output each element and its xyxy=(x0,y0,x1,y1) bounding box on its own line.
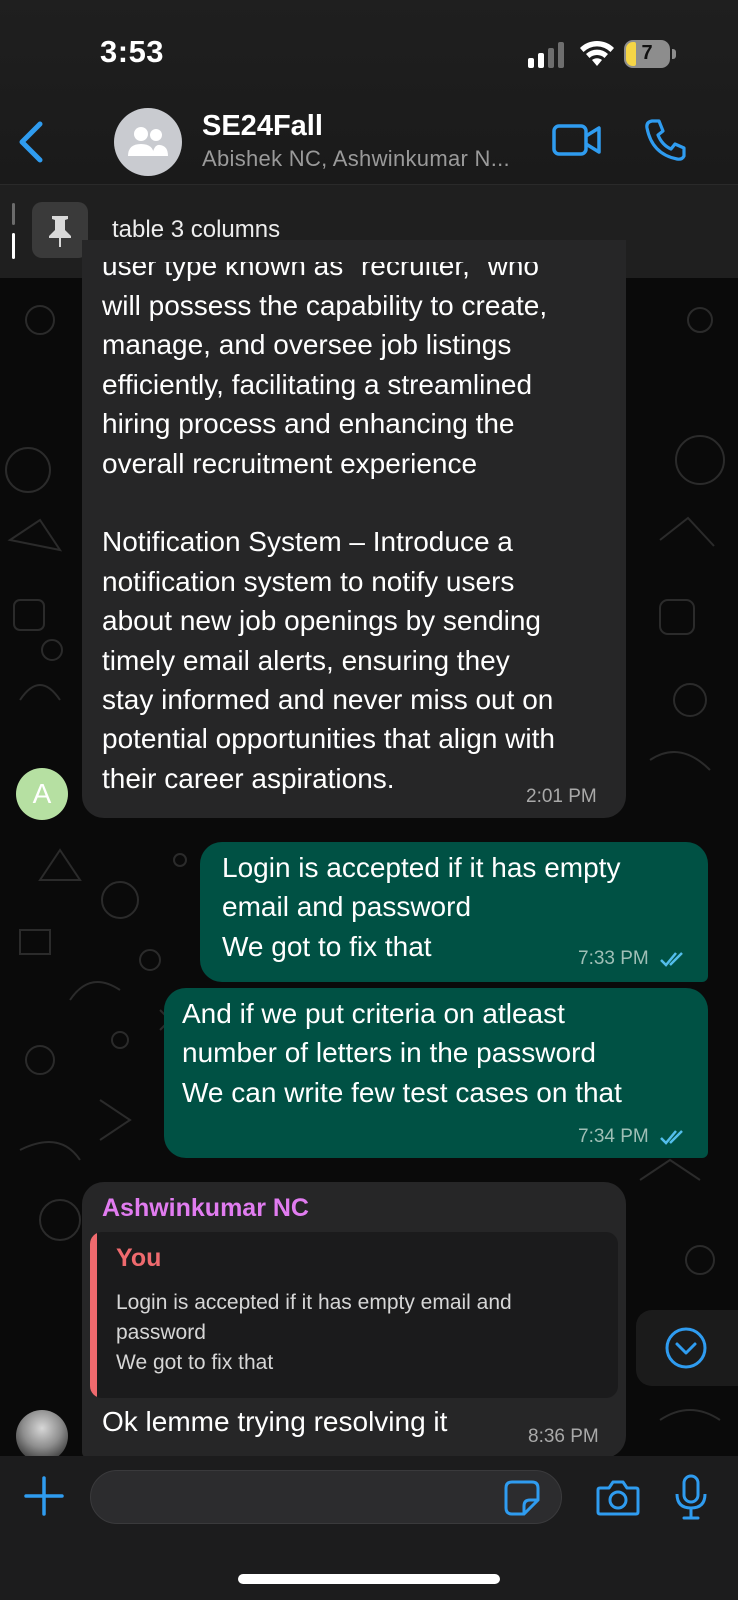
plus-icon[interactable] xyxy=(24,1476,64,1516)
message-time: 7:33 PM xyxy=(578,948,649,969)
message-bubble-incoming-reply[interactable]: Ashwinkumar NC You Login is accepted if … xyxy=(82,1182,626,1458)
group-avatar[interactable] xyxy=(114,108,182,176)
quote-bar xyxy=(90,1232,97,1398)
quote-author: You xyxy=(116,1244,162,1272)
battery-indicator: 7 xyxy=(624,40,676,68)
signal-icon xyxy=(528,42,564,68)
message-time-row: 7:34 PM xyxy=(578,1126,688,1148)
sender-avatar[interactable]: A xyxy=(16,768,68,820)
pin-icon-box xyxy=(32,202,88,258)
phone-icon[interactable] xyxy=(644,118,686,162)
microphone-icon[interactable] xyxy=(674,1474,708,1520)
double-check-icon xyxy=(660,1130,683,1145)
message-text: And if we put criteria on atleast number… xyxy=(182,998,622,1108)
wifi-icon xyxy=(580,40,614,66)
chat-title[interactable]: SE24Fall xyxy=(202,110,323,143)
back-chevron-icon[interactable] xyxy=(14,118,50,166)
sticker-icon[interactable] xyxy=(504,1480,540,1516)
battery-level: 7 xyxy=(641,42,653,64)
quote-text: Login is accepted if it has empty email … xyxy=(116,1291,512,1374)
sender-name[interactable]: Ashwinkumar NC xyxy=(102,1194,309,1223)
message-time: 8:36 PM xyxy=(528,1426,599,1447)
chat-members[interactable]: Abishek NC, Ashwinkumar N... xyxy=(202,146,510,172)
message-text: Ok lemme trying resolving it xyxy=(102,1406,448,1437)
video-call-icon[interactable] xyxy=(552,122,602,158)
home-indicator[interactable] xyxy=(238,1574,500,1584)
message-input[interactable] xyxy=(90,1470,562,1524)
group-avatar-icon xyxy=(128,127,168,156)
status-time: 3:53 xyxy=(100,34,165,69)
message-time-row: 7:33 PM xyxy=(578,948,688,970)
camera-icon[interactable] xyxy=(596,1478,640,1516)
quoted-message[interactable]: You Login is accepted if it has empty em… xyxy=(90,1232,618,1398)
pin-indicator xyxy=(12,203,16,261)
chevron-down-circle-icon xyxy=(665,1327,707,1369)
pin-icon xyxy=(49,216,71,247)
message-text: Login is accepted if it has empty email … xyxy=(222,852,621,962)
scroll-to-bottom-button[interactable] xyxy=(636,1310,738,1386)
message-time: 7:34 PM xyxy=(578,1126,649,1147)
message-bubble-incoming[interactable]: user type known as "recruiter," who will… xyxy=(82,240,626,818)
message-text: will possess the capability to create, m… xyxy=(102,290,555,794)
sender-avatar-photo[interactable] xyxy=(16,1410,68,1462)
double-check-icon xyxy=(660,952,683,967)
message-time: 2:01 PM xyxy=(526,786,597,807)
